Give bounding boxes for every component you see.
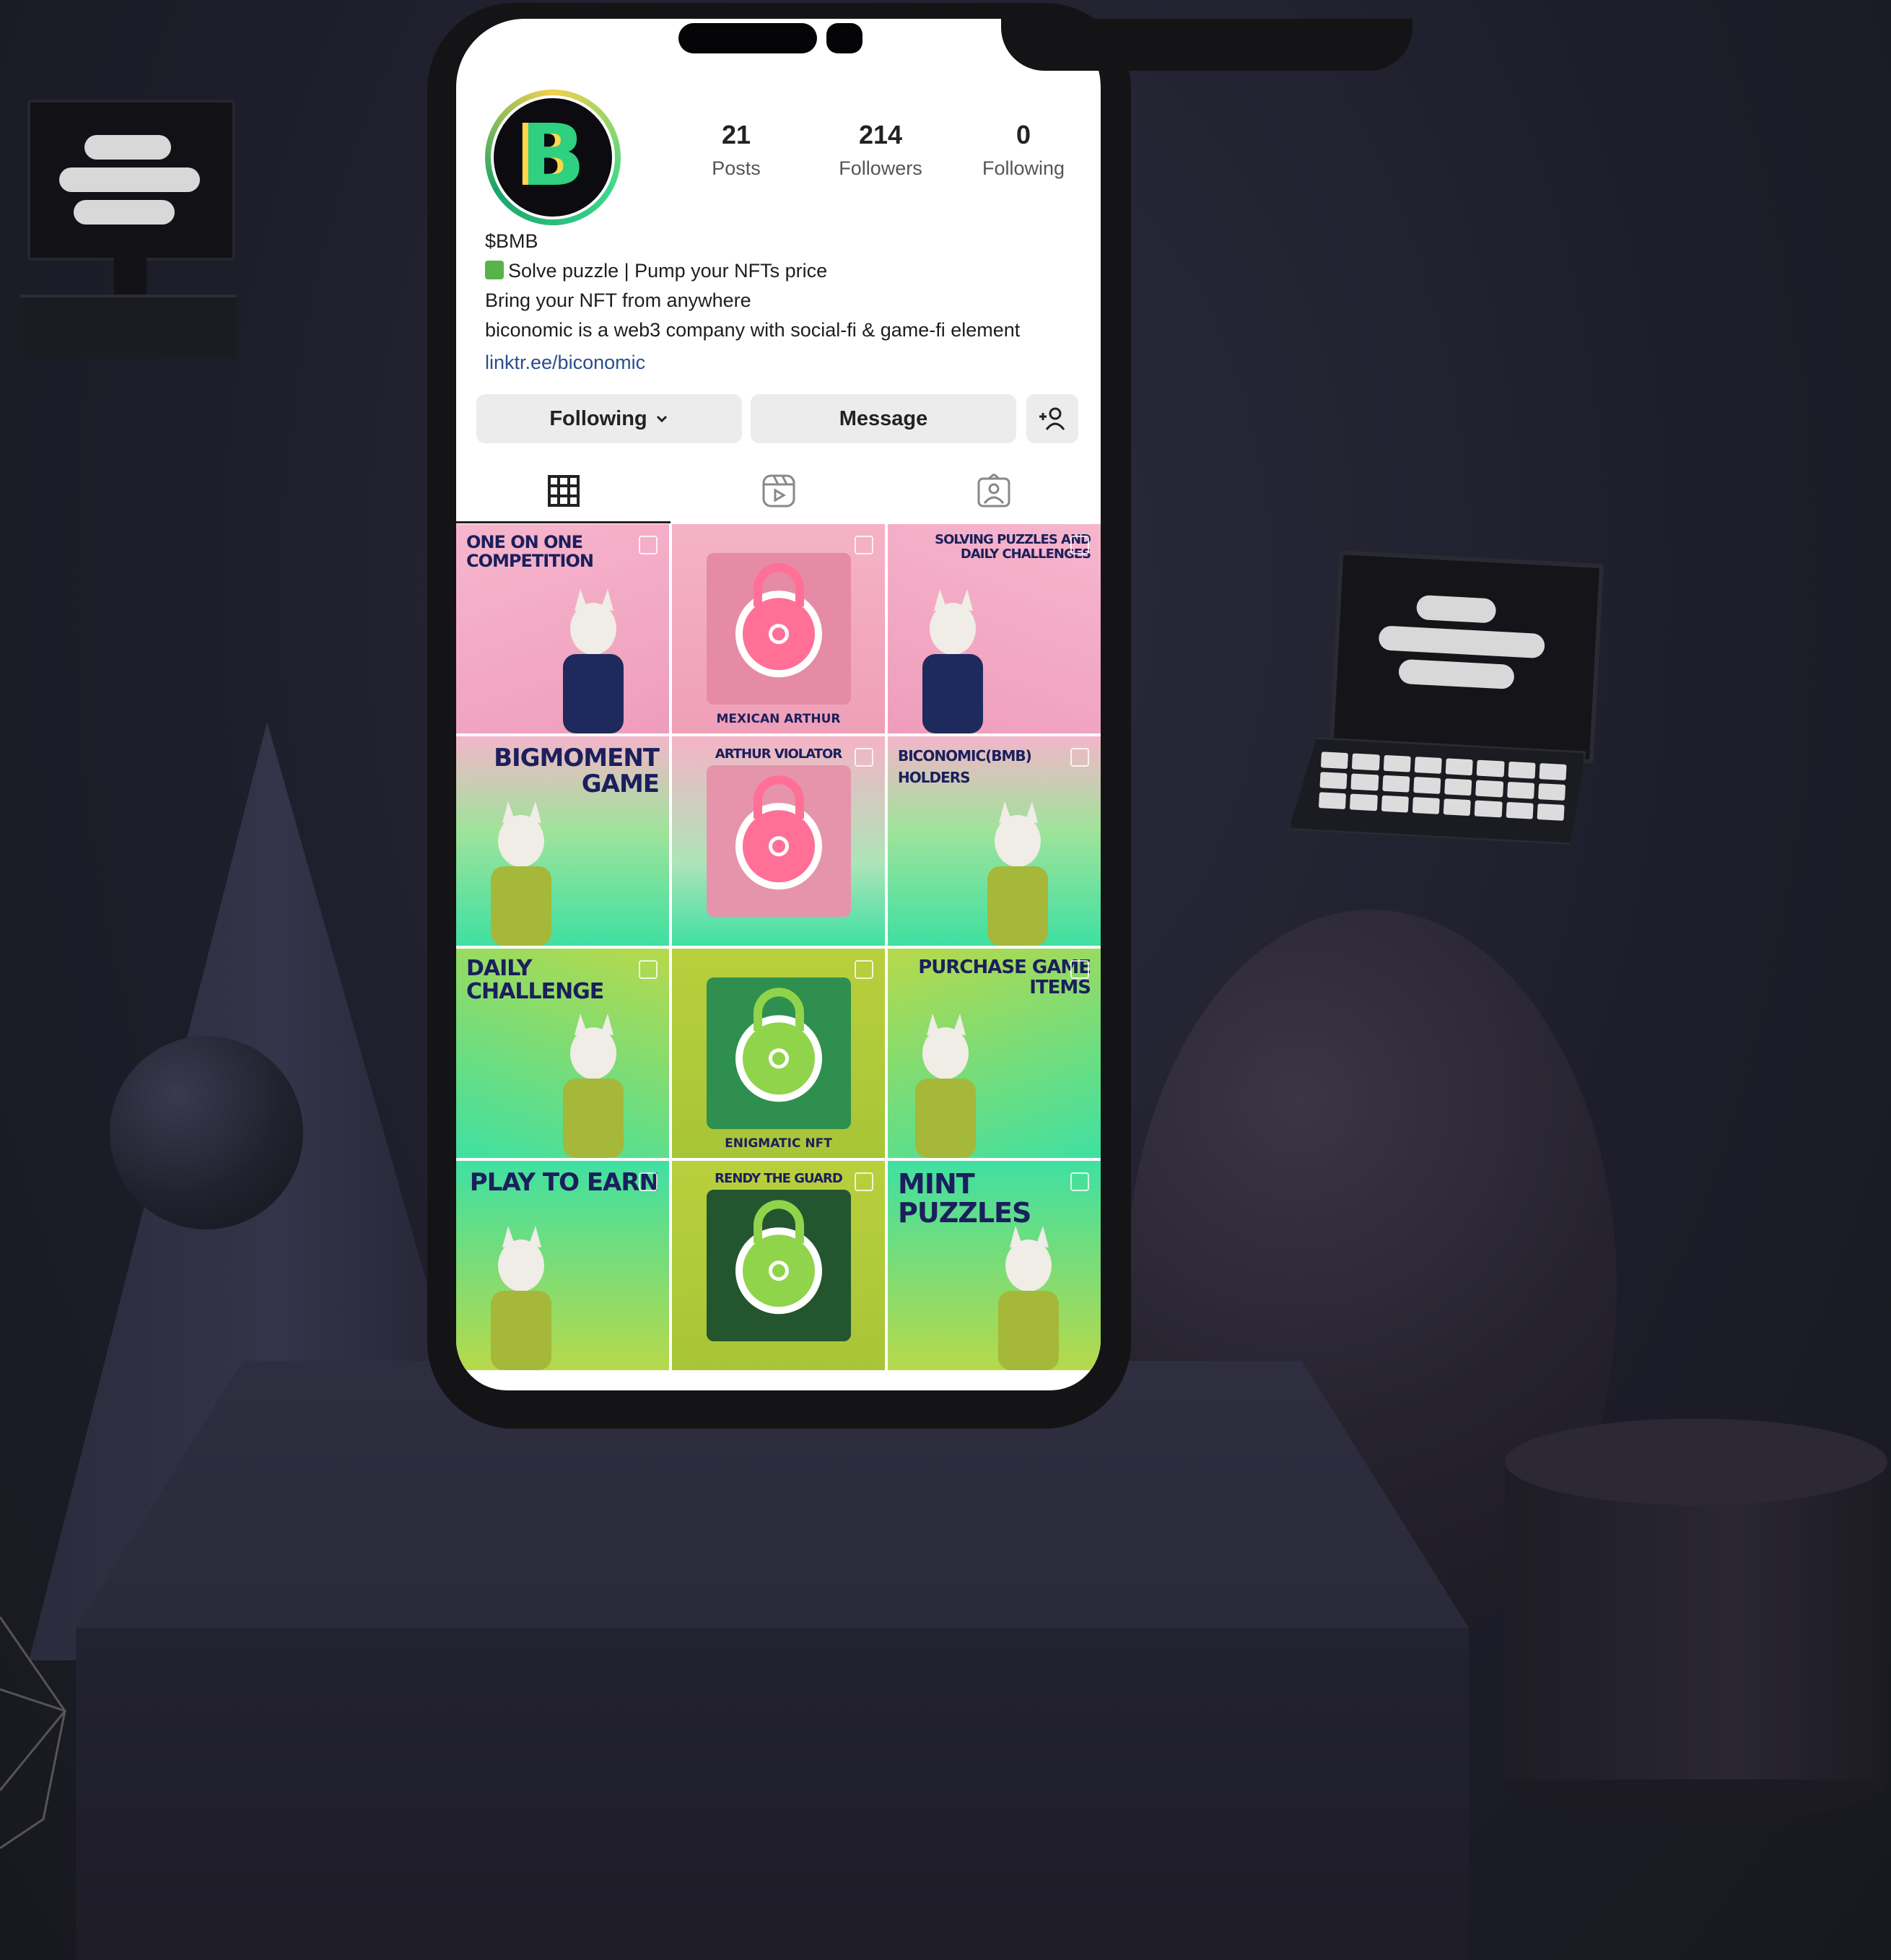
bio-line-3: biconomic is a web3 company with social-… xyxy=(485,319,1021,341)
post-tile[interactable]: PURCHASE GAME ITEMS xyxy=(888,949,1101,1158)
wolf-mascot-image xyxy=(491,1226,551,1370)
profile-username: $BMB xyxy=(485,230,538,252)
brand-logo-icon: B xyxy=(520,105,585,206)
bio-link[interactable]: linktr.ee/biconomic xyxy=(485,348,1077,378)
pedestal-front xyxy=(76,1628,1469,1960)
post-title: ONE ON ONE COMPETITION xyxy=(466,532,594,571)
small-sphere xyxy=(110,1036,303,1229)
multi-image-icon xyxy=(1070,1172,1089,1191)
multi-image-icon xyxy=(855,960,873,979)
wolf-mascot-image xyxy=(563,589,624,733)
posts-grid: ONE ON ONE COMPETITION MEXICAN ARTHUR SO… xyxy=(456,524,1101,1370)
chevron-down-icon xyxy=(656,415,667,423)
followers-count: 214 xyxy=(858,120,903,149)
multi-image-icon xyxy=(639,1172,658,1191)
bio-line-1: Solve puzzle | Pump your NFTs price xyxy=(485,256,1077,286)
post-tile[interactable]: BICONOMIC(BMB) HOLDERS xyxy=(888,736,1101,946)
phone-notch xyxy=(1001,19,1412,71)
multi-image-icon xyxy=(1070,536,1089,554)
tab-tagged[interactable] xyxy=(886,461,1101,521)
multi-image-icon xyxy=(1070,748,1089,767)
wolf-mascot-image xyxy=(491,801,551,946)
multi-image-icon xyxy=(639,960,658,979)
post-tile[interactable]: BIGMOMENT GAME xyxy=(456,736,669,946)
post-title: BIGMOMENT GAME xyxy=(494,744,660,798)
post-tile[interactable]: ONE ON ONE COMPETITION xyxy=(456,524,669,733)
post-caption: ENIGMATIC NFT xyxy=(725,1136,832,1151)
lock-nft-image xyxy=(707,765,851,917)
post-tile[interactable]: MEXICAN ARTHUR xyxy=(672,524,885,733)
tagged-icon xyxy=(977,473,1010,508)
add-person-button[interactable] xyxy=(1026,394,1078,443)
lock-nft-image xyxy=(707,1190,851,1341)
post-tile[interactable]: PLAY TO EARN xyxy=(456,1161,669,1370)
followers-label: Followers xyxy=(839,157,922,179)
post-title: RENDY THE GUARD xyxy=(715,1171,843,1186)
bio-line-2: Bring your NFT from anywhere xyxy=(485,289,751,311)
wolf-mascot-image xyxy=(998,1226,1059,1370)
stat-following[interactable]: 0 Following xyxy=(958,120,1088,180)
logo-laptop-decoration xyxy=(1288,549,1604,853)
multi-image-icon xyxy=(855,536,873,554)
phone-mockup: B 21 Posts 214 Followers 0 Following $BM… xyxy=(427,3,1412,1429)
message-button[interactable]: Message xyxy=(751,394,1016,443)
post-title: PURCHASE GAME ITEMS xyxy=(918,957,1091,998)
following-button[interactable]: Following xyxy=(476,394,742,443)
logo-monitor-decoration xyxy=(20,100,237,359)
tab-reels[interactable] xyxy=(671,461,886,521)
post-tile[interactable]: ENIGMATIC NFT xyxy=(672,949,885,1158)
wolf-mascot-image xyxy=(987,801,1048,946)
post-tile[interactable]: DAILY CHALLENGE xyxy=(456,949,669,1158)
earpiece-speaker xyxy=(678,23,817,53)
posts-count: 21 xyxy=(721,120,751,149)
puzzle-piece-icon xyxy=(485,261,504,279)
multi-image-icon xyxy=(855,1172,873,1191)
post-tile[interactable]: MINT PUZZLES xyxy=(888,1161,1101,1370)
bio-line-1-text: Solve puzzle | Pump your NFTs price xyxy=(508,260,828,282)
following-count: 0 xyxy=(1016,120,1031,149)
post-title: PLAY TO EARN xyxy=(469,1168,660,1197)
multi-image-icon xyxy=(855,748,873,767)
stat-posts[interactable]: 21 Posts xyxy=(671,120,801,180)
post-caption: MEXICAN ARTHUR xyxy=(716,712,841,726)
post-tile[interactable]: SOLVING PUZZLES AND DAILY CHALLENGES xyxy=(888,524,1101,733)
lock-nft-image xyxy=(707,553,851,705)
lock-nft-image xyxy=(707,977,851,1129)
post-title: BICONOMIC(BMB) HOLDERS xyxy=(898,747,1032,786)
add-person-icon xyxy=(1039,407,1065,430)
profile-bio: $BMB Solve puzzle | Pump your NFTs price… xyxy=(485,227,1077,378)
profile-avatar[interactable]: B xyxy=(485,90,621,225)
instagram-profile-screen: B 21 Posts 214 Followers 0 Following $BM… xyxy=(456,19,1101,1390)
post-tile[interactable]: RENDY THE GUARD xyxy=(672,1161,885,1370)
post-title: ARTHUR VIOLATOR xyxy=(715,746,842,762)
stat-followers[interactable]: 214 Followers xyxy=(816,120,946,180)
following-button-label: Following xyxy=(549,406,647,430)
cylinder-shape xyxy=(1505,1419,1887,1823)
wireframe-shape xyxy=(0,1616,67,1850)
multi-image-icon xyxy=(1070,960,1089,979)
posts-label: Posts xyxy=(712,157,761,179)
grid-icon xyxy=(547,475,580,507)
wolf-mascot-image xyxy=(922,589,983,733)
multi-image-icon xyxy=(639,536,658,554)
front-camera xyxy=(826,23,862,53)
profile-tabs xyxy=(456,461,1101,523)
tab-posts-grid[interactable] xyxy=(456,461,671,523)
post-title: SOLVING PUZZLES AND DAILY CHALLENGES xyxy=(935,532,1091,562)
wolf-mascot-image xyxy=(915,1014,976,1158)
post-title: DAILY CHALLENGE xyxy=(466,956,604,1004)
wolf-mascot-image xyxy=(563,1014,624,1158)
reels-icon xyxy=(762,474,795,508)
following-label: Following xyxy=(982,157,1065,179)
message-button-label: Message xyxy=(839,406,928,430)
post-title: MINT PUZZLES xyxy=(898,1168,1031,1229)
post-tile[interactable]: ARTHUR VIOLATOR xyxy=(672,736,885,946)
